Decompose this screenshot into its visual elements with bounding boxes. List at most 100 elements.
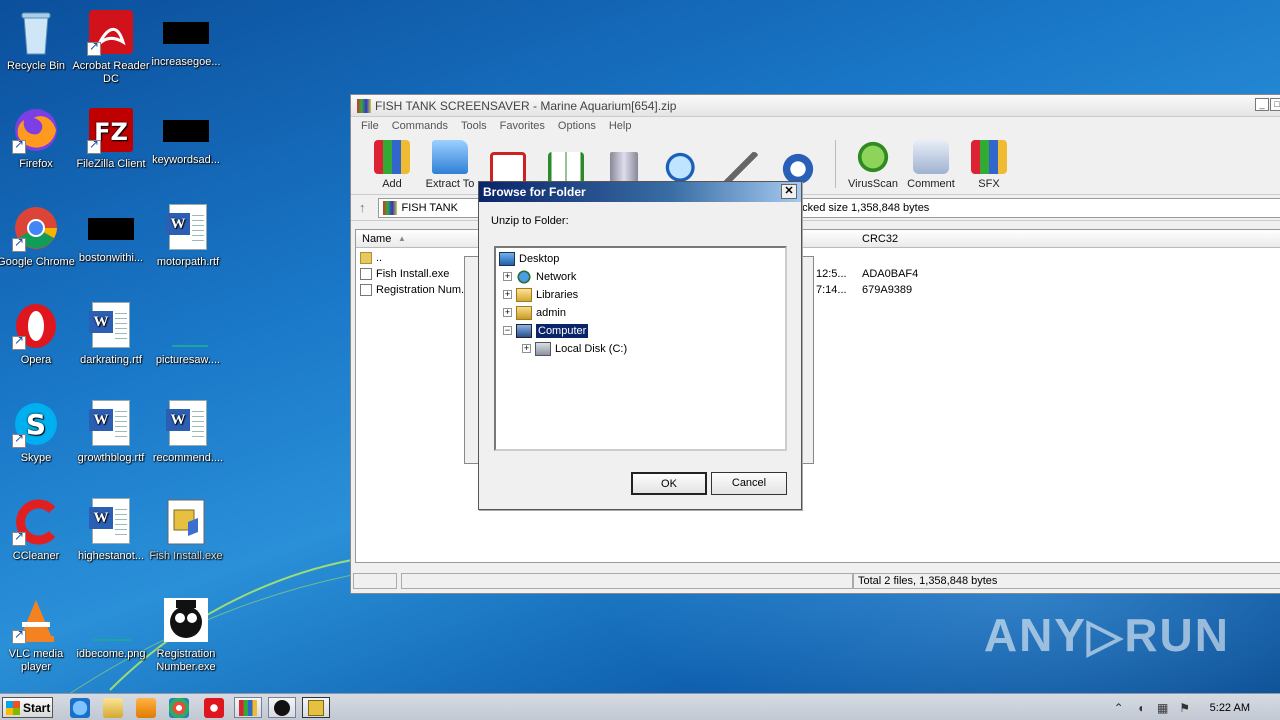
exe-file-icon (360, 284, 372, 296)
svg-text:S: S (26, 408, 46, 441)
menu-options[interactable]: Options (558, 120, 596, 132)
desktop-icon-picturesaw[interactable]: picturesaw.... (148, 302, 228, 367)
chrome-taskbar-icon[interactable] (169, 698, 189, 718)
dialog-titlebar[interactable]: Browse for Folder (479, 182, 801, 202)
internet-explorer-icon[interactable] (70, 698, 90, 718)
desktop-icon-label: CCleaner (12, 550, 60, 562)
add-archive-icon (374, 140, 410, 174)
desktop-icon-acrobat[interactable]: Acrobat Reader DC (71, 8, 151, 86)
ok-button[interactable]: OK (631, 472, 707, 495)
installer-task-button[interactable] (302, 697, 330, 718)
expand-icon[interactable]: + (522, 344, 531, 353)
toolbar-sfx-button[interactable]: SFX (960, 140, 1018, 194)
menu-tools[interactable]: Tools (461, 120, 487, 132)
menu-commands[interactable]: Commands (392, 120, 448, 132)
local-disk-icon (535, 341, 551, 356)
file-explorer-icon[interactable] (103, 698, 123, 718)
collapse-icon[interactable]: − (503, 326, 512, 335)
media-player-icon[interactable] (136, 698, 156, 718)
tree-item-label-selected: Computer (536, 323, 589, 338)
desktop-icon-chrome[interactable]: Google Chrome (0, 204, 76, 269)
opera-taskbar-icon[interactable] (204, 698, 224, 718)
network-tray-icon[interactable]: ▦ (1156, 701, 1170, 715)
menu-help[interactable]: Help (609, 120, 632, 132)
tree-item-label: Local Disk (C:) (555, 342, 628, 355)
toolbar-label: Comment (907, 178, 955, 190)
image-thumbnail-icon (164, 302, 212, 350)
opera-icon (12, 302, 60, 350)
toolbar-extract-button[interactable]: Extract To (421, 140, 479, 194)
word-doc-icon: W (87, 498, 135, 546)
tree-item-computer[interactable]: − Computer (503, 322, 589, 339)
toolbar-comment-button[interactable]: Comment (902, 140, 960, 194)
clock[interactable]: 5:22 AM (1210, 702, 1250, 714)
drive-status-icon[interactable] (353, 573, 397, 589)
sfx-books-icon (971, 140, 1007, 174)
desktop-icon-label: idbecome.png (76, 648, 146, 660)
tree-item-label: admin (536, 306, 566, 319)
desktop-icon-label: Opera (20, 354, 52, 366)
desktop-icon-opera[interactable]: Opera (0, 302, 76, 367)
close-button[interactable]: ✕ (781, 184, 797, 199)
tree-item-label: Libraries (536, 288, 579, 301)
desktop-icon-keywordsad[interactable]: keywordsad... (146, 106, 226, 167)
toolbar-virusscan-button[interactable]: VirusScan (844, 140, 902, 194)
tree-item-admin[interactable]: + admin (503, 304, 566, 321)
desktop-icon-bostonwithi[interactable]: bostonwithi... (71, 204, 151, 265)
toolbar-add-button[interactable]: Add (363, 140, 421, 194)
chrome-icon (12, 204, 60, 252)
winrar-titlebar[interactable]: FISH TANK SCREENSAVER - Marine Aquarium[… (351, 95, 1280, 117)
browse-for-folder-dialog[interactable]: Browse for Folder ✕ Unzip to Folder: Des… (478, 181, 802, 510)
desktop-icon-darkrating[interactable]: W darkrating.rtf (71, 302, 151, 367)
show-hidden-icons-icon[interactable]: ⌃ (1112, 701, 1126, 715)
desktop-icon-vlc[interactable]: VLC media player (0, 596, 76, 674)
desktop-icon-label: highestanot... (77, 550, 145, 562)
expand-icon[interactable]: + (503, 290, 512, 299)
desktop-icon-label: Acrobat Reader DC (72, 60, 150, 85)
desktop-icon-recycle-bin[interactable]: Recycle Bin (0, 8, 76, 73)
cancel-button[interactable]: Cancel (711, 472, 787, 495)
column-name[interactable]: Name (362, 233, 391, 245)
libraries-icon (516, 287, 532, 302)
desktop-icon-growthblog[interactable]: W growthblog.rtf (71, 400, 151, 465)
desktop-icon-registration-number[interactable]: Registration Number.exe (146, 596, 226, 674)
desktop-icon-label: Recycle Bin (6, 60, 66, 72)
volume-icon[interactable]: ◖ (1134, 701, 1148, 715)
menu-favorites[interactable]: Favorites (500, 120, 545, 132)
image-thumbnail-icon (87, 596, 135, 644)
desktop-icon-motorpath[interactable]: W motorpath.rtf (148, 204, 228, 269)
tree-item-network[interactable]: + Network (503, 268, 576, 285)
filezilla-icon: FZ (87, 106, 135, 154)
desktop-icon-label: Fish Install.exe (149, 550, 223, 562)
desktop-icon-label: recommend.... (152, 452, 224, 464)
folder-tree[interactable]: Desktop + Network + Libraries + admin − … (494, 246, 787, 451)
desktop-icon-increasegoe[interactable]: increasegoe... (146, 8, 226, 69)
tree-item-local-disk[interactable]: + Local Disk (C:) (522, 340, 627, 357)
tree-item-libraries[interactable]: + Libraries (503, 286, 578, 303)
windows-flag-icon (6, 700, 20, 715)
firefox-icon (12, 106, 60, 154)
black-thumbnail-icon (163, 22, 209, 44)
desktop-icon-ccleaner[interactable]: CCleaner (0, 498, 76, 563)
desktop-icon-recommend[interactable]: W recommend.... (148, 400, 228, 465)
start-button[interactable]: Start (2, 697, 53, 718)
desktop-icon-highestanot[interactable]: W highestanot... (71, 498, 151, 563)
maximize-button[interactable]: □ (1270, 98, 1280, 111)
desktop-icon-fish-install[interactable]: Fish Install.exe (146, 498, 226, 563)
winrar-task-button[interactable] (234, 697, 262, 718)
registration-task-button[interactable] (268, 697, 296, 718)
desktop-icon-skype[interactable]: S Skype (0, 400, 76, 465)
anyrun-watermark: ANY▷RUN (983, 609, 1230, 661)
tree-item-desktop[interactable]: Desktop (499, 250, 559, 267)
desktop-icon-filezilla[interactable]: FZ FileZilla Client (71, 106, 151, 171)
up-arrow-icon[interactable]: ↑ (359, 200, 366, 215)
minimize-button[interactable]: _ (1255, 98, 1269, 111)
action-center-flag-icon[interactable]: ⚑ (1178, 701, 1192, 715)
desktop-icon-idbecome[interactable]: idbecome.png (71, 596, 151, 661)
expand-icon[interactable]: + (503, 272, 512, 281)
column-crc32[interactable]: CRC32 (862, 233, 898, 245)
desktop-icon-firefox[interactable]: Firefox (0, 106, 76, 171)
expand-icon[interactable]: + (503, 308, 512, 317)
desktop-icon-label: darkrating.rtf (80, 354, 142, 366)
menu-file[interactable]: File (361, 120, 379, 132)
